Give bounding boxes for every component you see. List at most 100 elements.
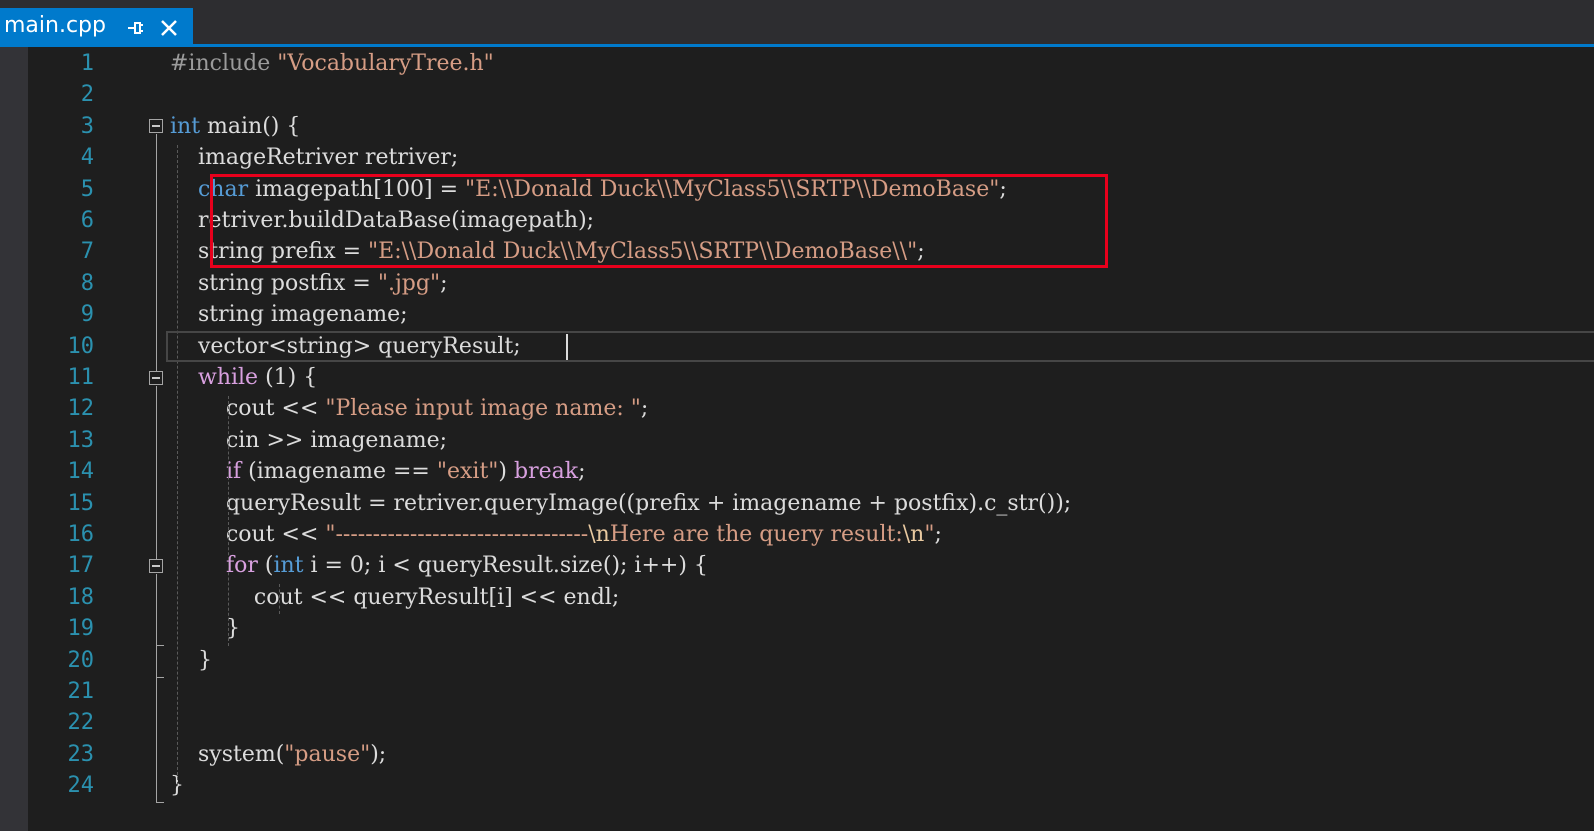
code-text: system("pause");	[170, 739, 386, 770]
fold-end-main	[156, 802, 164, 803]
code-token: system(	[170, 741, 285, 767]
code-line[interactable]: 13 cin >> imagename;	[0, 425, 1594, 456]
collapse-toggle-main[interactable]	[149, 119, 163, 133]
red-annotation-box	[210, 174, 1108, 268]
code-token: #include	[170, 51, 278, 76]
code-text: string postfix = ".jpg";	[170, 268, 448, 299]
code-line[interactable]: 8 string postfix = ".jpg";	[0, 268, 1594, 299]
indent-guide-3	[279, 584, 280, 614]
indent-guide-2	[228, 396, 229, 646]
close-icon[interactable]	[158, 17, 180, 39]
code-line[interactable]: 19 }	[0, 613, 1594, 644]
code-text: cout << "-------------------------------…	[170, 519, 942, 550]
line-number: 9	[80, 302, 94, 328]
code-line[interactable]: 20 }	[0, 645, 1594, 676]
line-number: 7	[80, 239, 94, 265]
code-line[interactable]: 15 queryResult = retriver.queryImage((pr…	[0, 488, 1594, 519]
line-number: 16	[67, 522, 95, 547]
code-token: "exit"	[436, 459, 499, 485]
collapse-toggle-for[interactable]	[149, 559, 163, 573]
code-text: cout << "Please input image name: ";	[170, 393, 648, 424]
code-text: #include "VocabularyTree.h"	[170, 48, 494, 79]
fold-end-while	[156, 677, 164, 678]
line-number: 17	[67, 553, 95, 579]
code-token: "Please input image name: "	[325, 396, 641, 422]
code-token: break	[513, 459, 579, 485]
code-token: while	[197, 365, 259, 390]
code-line[interactable]: 12 cout << "Please input image name: ";	[0, 393, 1594, 424]
line-number: 20	[67, 647, 95, 673]
code-line[interactable]: 21	[0, 676, 1594, 707]
code-text: while (1) {	[170, 362, 317, 393]
line-number: 11	[67, 365, 95, 390]
code-token: )	[498, 459, 514, 485]
code-text: for (int i = 0; i < queryResult.size(); …	[170, 550, 708, 581]
line-number: 18	[67, 584, 95, 610]
code-token: \n	[902, 522, 925, 547]
line-number: 1	[80, 51, 94, 76]
code-token: cout << queryResult[i] << endl;	[170, 584, 620, 610]
pin-icon[interactable]	[125, 18, 145, 38]
code-line[interactable]: 11 while (1) {	[0, 362, 1594, 393]
tab-main-cpp[interactable]: main.cpp	[0, 8, 193, 44]
code-line[interactable]: 23 system("pause");	[0, 739, 1594, 770]
code-token: for	[225, 553, 258, 579]
code-line[interactable]: 3 int main() {	[0, 111, 1594, 142]
code-token: string imagename;	[170, 302, 408, 328]
code-token: int	[273, 553, 304, 579]
code-line[interactable]: 9 string imagename;	[0, 299, 1594, 330]
code-text: cin >> imagename;	[170, 425, 447, 456]
code-token: cout <<	[170, 396, 326, 422]
code-token: \n	[588, 522, 610, 547]
code-line[interactable]: 17 for (int i = 0; i < queryResult.size(…	[0, 550, 1594, 581]
code-line[interactable]: 18 cout << queryResult[i] << endl;	[0, 582, 1594, 613]
line-number: 24	[67, 773, 95, 799]
code-line[interactable]: 24}	[0, 770, 1594, 801]
code-text: }	[170, 613, 240, 644]
code-token: (	[257, 553, 274, 579]
fold-line-main-lower	[156, 386, 157, 559]
code-text: string imagename;	[170, 299, 408, 330]
tab-title: main.cpp	[4, 13, 106, 38]
code-line[interactable]: 4 imageRetriver retriver;	[0, 142, 1594, 173]
line-number: 14	[67, 459, 95, 485]
code-line[interactable]: 14 if (imagename == "exit") break;	[0, 456, 1594, 487]
code-token: i = 0; i < queryResult.size(); i++) {	[303, 553, 708, 579]
code-token: ".jpg"	[377, 270, 441, 296]
code-token: "pause"	[284, 741, 371, 767]
code-token: ;	[578, 459, 586, 485]
code-token: (1) {	[258, 365, 318, 390]
line-number: 21	[67, 679, 95, 704]
line-number: 13	[67, 427, 95, 453]
code-token: int	[170, 113, 201, 139]
code-line[interactable]: 22	[0, 707, 1594, 738]
code-token: "	[924, 522, 935, 547]
code-token: "VocabularyTree.h"	[277, 51, 494, 76]
code-editor-window: main.cpp 1 #include "VocabularyTree.h" 2 3 i…	[0, 0, 1594, 831]
text-caret	[566, 334, 568, 360]
collapse-toggle-while[interactable]	[149, 371, 163, 385]
code-token: ;	[440, 270, 448, 296]
line-number: 23	[67, 741, 95, 767]
line-number: 3	[80, 113, 94, 139]
fold-line-main	[156, 134, 157, 371]
line-number: 19	[67, 616, 95, 642]
code-token: Here are the query result:	[609, 522, 903, 547]
code-text: int main() {	[170, 111, 300, 142]
code-token: cout <<	[170, 522, 326, 547]
line-number: 8	[80, 270, 94, 296]
code-line[interactable]: 16 cout << "----------------------------…	[0, 519, 1594, 550]
line-number: 12	[67, 396, 95, 422]
fold-line-main-tail	[156, 574, 157, 802]
line-number: 6	[80, 208, 94, 233]
code-token: main() {	[200, 113, 301, 139]
code-text: if (imagename == "exit") break;	[170, 456, 586, 487]
code-token: ;	[934, 522, 942, 547]
code-line[interactable]: 2	[0, 79, 1594, 110]
code-text: imageRetriver retriver;	[170, 142, 458, 173]
code-line[interactable]: 1 #include "VocabularyTree.h"	[0, 48, 1594, 79]
